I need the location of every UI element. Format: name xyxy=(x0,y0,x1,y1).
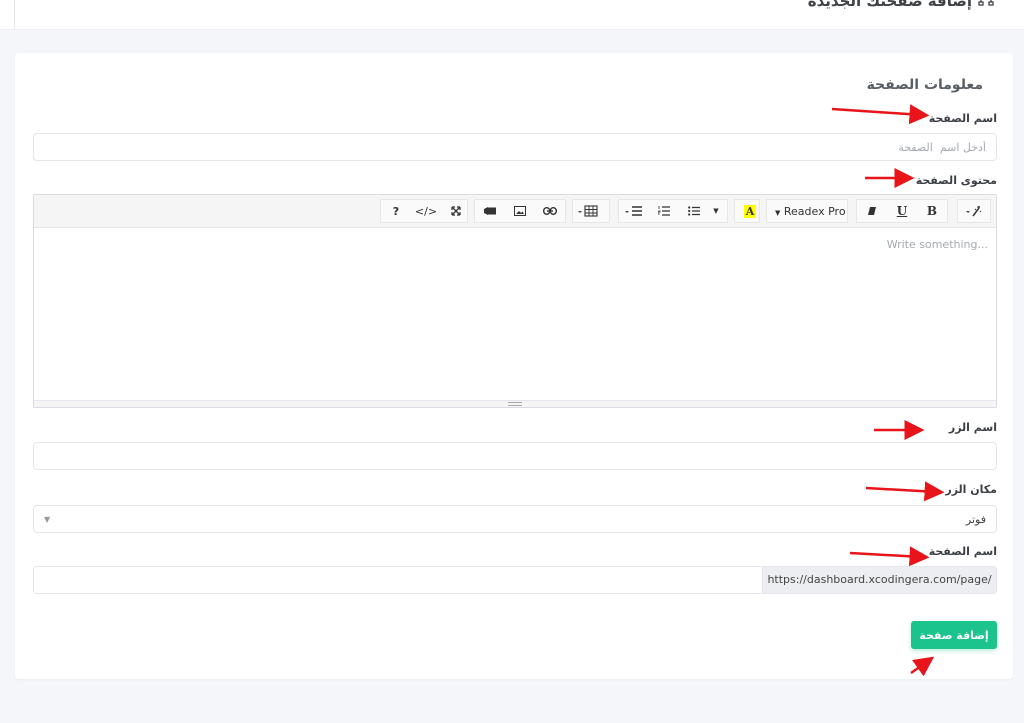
underline-button[interactable]: U xyxy=(887,200,917,222)
chevron-down-icon[interactable]: ▼ xyxy=(709,200,723,222)
bold-button[interactable]: B xyxy=(917,200,947,222)
button-name-input[interactable] xyxy=(33,442,997,470)
page-content-label: محتوى الصفحة xyxy=(915,174,997,187)
page-title-text: إضافة صفحتك الجديدة xyxy=(807,0,972,10)
editor-content-area[interactable]: Write something... xyxy=(34,228,996,400)
editor-resize-bar[interactable] xyxy=(34,400,996,407)
magic-wand-icon[interactable] xyxy=(958,200,988,222)
code-view-button[interactable]: </> xyxy=(411,200,441,222)
button-location-select[interactable]: فوتر ▼ xyxy=(33,505,997,533)
font-family-value: Readex Pro xyxy=(783,204,846,218)
button-name-label: اسم الزر xyxy=(948,421,997,434)
page-name-label: اسم الصفحة xyxy=(928,112,997,125)
page-url-label: اسم الصفحة xyxy=(928,545,997,558)
eraser-icon[interactable] xyxy=(857,200,887,222)
chevron-down-icon: ▼ xyxy=(775,208,781,217)
fullscreen-icon[interactable] xyxy=(441,200,471,222)
button-location-value: فوتر xyxy=(965,513,986,526)
video-icon[interactable] xyxy=(475,200,505,222)
unordered-list-icon[interactable] xyxy=(679,200,709,222)
page-form-card: معلومات الصفحة اسم الصفحة محتوى الصفحة U… xyxy=(15,53,1013,679)
page-name-input[interactable] xyxy=(33,133,997,161)
ordered-list-icon[interactable] xyxy=(649,200,679,222)
font-family-dropdown[interactable]: ▼ Readex Pro xyxy=(767,205,854,218)
link-icon[interactable] xyxy=(535,200,565,222)
add-page-button[interactable]: إضافة صفحة xyxy=(911,621,997,649)
help-button[interactable]: ? xyxy=(381,200,411,222)
page-url-prefix: https://dashboard.xcodingera.com/page/ xyxy=(762,567,996,593)
page-url-group: https://dashboard.xcodingera.com/page/ xyxy=(33,566,997,594)
header-divider xyxy=(14,0,15,30)
top-header: إضافة صفحتك الجديدة xyxy=(0,0,1024,30)
button-location-label: مكان الزر xyxy=(945,483,997,496)
page-url-input[interactable] xyxy=(34,567,762,593)
page-title: إضافة صفحتك الجديدة xyxy=(808,0,994,11)
resize-grip-icon[interactable] xyxy=(508,402,522,406)
chevron-down-icon: ▼ xyxy=(44,515,51,524)
table-icon[interactable] xyxy=(573,200,603,222)
paragraph-align-icon[interactable] xyxy=(619,200,649,222)
rich-text-editor: U B ▼ Readex Pro A ▼ ? </> Write somethi… xyxy=(33,194,997,408)
editor-toolbar: U B ▼ Readex Pro A ▼ ? </> xyxy=(34,195,996,228)
section-title: معلومات الصفحة xyxy=(866,77,983,93)
image-icon[interactable] xyxy=(505,200,535,222)
editor-placeholder: Write something... xyxy=(886,238,988,251)
text-color-icon[interactable]: A xyxy=(735,200,765,222)
sitemap-icon xyxy=(978,0,994,11)
